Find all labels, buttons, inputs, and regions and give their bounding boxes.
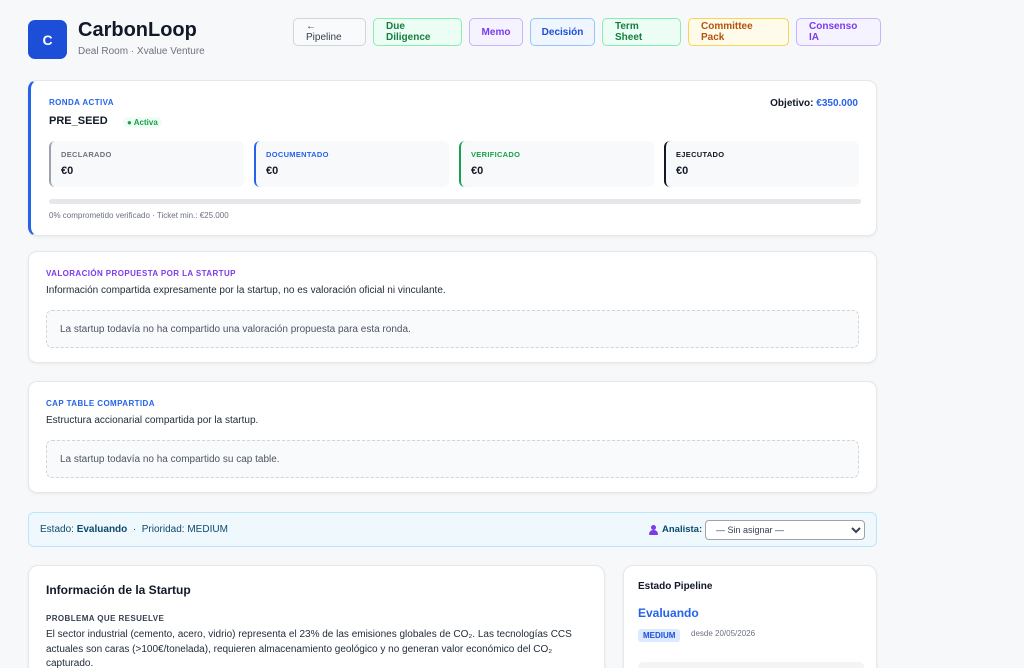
cap-table-card: CAP TABLE COMPARTIDA Estructura accionar… bbox=[28, 381, 877, 493]
status-summary: Estado: Evaluando · Prioridad: MEDIUM bbox=[40, 524, 228, 535]
valuation-label: VALORACIÓN PROPUESTA POR LA STARTUP bbox=[46, 269, 236, 278]
round-target-label: Objetivo: bbox=[770, 98, 814, 109]
priority-label: Prioridad: bbox=[141, 524, 185, 535]
round-name: PRE_SEED bbox=[49, 115, 108, 127]
status-label: Estado: bbox=[40, 524, 74, 535]
metric-value: €0 bbox=[61, 165, 74, 177]
metric-label: DOCUMENTADO bbox=[266, 150, 329, 159]
round-metrics: DECLARADO €0 DOCUMENTADO €0 VERIFICADO €… bbox=[49, 141, 861, 187]
pipeline-status-card: Estado Pipeline Evaluando MEDIUM desde 2… bbox=[623, 565, 877, 668]
startup-info-title: Información de la Startup bbox=[46, 583, 191, 597]
valuation-empty-state: La startup todavía no ha compartido una … bbox=[46, 310, 859, 348]
metric-label: EJECUTADO bbox=[676, 150, 725, 159]
person-icon bbox=[649, 524, 658, 535]
deal-status-bar: Estado: Evaluando · Prioridad: MEDIUM An… bbox=[28, 512, 877, 547]
metric-declarado: DECLARADO €0 bbox=[49, 141, 244, 187]
cap-table-description: Estructura accionarial compartida por la… bbox=[46, 415, 259, 426]
metric-value: €0 bbox=[676, 165, 689, 177]
deal-nav: ← Pipeline Due Diligence Memo Decisión T… bbox=[293, 18, 881, 46]
metric-value: €0 bbox=[471, 165, 484, 177]
status-value: Evaluando bbox=[76, 524, 128, 535]
metric-documentado: DOCUMENTADO €0 bbox=[254, 141, 449, 187]
commitment-progress-bar bbox=[49, 199, 861, 204]
term-sheet-button[interactable]: Term Sheet bbox=[602, 18, 681, 46]
round-status-badge: ● Activa bbox=[123, 117, 162, 128]
analyst-select[interactable]: — Sin asignar — bbox=[705, 520, 865, 540]
pipeline-state: Evaluando bbox=[638, 606, 699, 620]
active-round-label: RONDA ACTIVA bbox=[49, 98, 114, 107]
round-target: Objetivo: €350.000 bbox=[770, 98, 858, 109]
company-name: CarbonLoop bbox=[78, 19, 197, 41]
deal-room-subtitle: Deal Room · Xvalue Venture bbox=[78, 46, 205, 57]
priority-badge: MEDIUM bbox=[638, 629, 681, 642]
metric-verificado: VERIFICADO €0 bbox=[459, 141, 654, 187]
pipeline-card-title: Estado Pipeline bbox=[638, 581, 713, 592]
priority-value: MEDIUM bbox=[187, 524, 228, 535]
header: C CarbonLoop Deal Room · Xvalue Venture … bbox=[28, 18, 881, 62]
metric-value: €0 bbox=[266, 165, 279, 177]
memo-button[interactable]: Memo bbox=[469, 18, 523, 46]
valuation-card: VALORACIÓN PROPUESTA POR LA STARTUP Info… bbox=[28, 251, 877, 363]
decision-button[interactable]: Decisión bbox=[530, 18, 595, 46]
cap-table-label: CAP TABLE COMPARTIDA bbox=[46, 399, 155, 408]
company-logo: C bbox=[28, 20, 67, 59]
round-footer-note: 0% comprometido verificado · Ticket min.… bbox=[49, 211, 229, 220]
status-separator: · bbox=[132, 524, 137, 535]
cap-table-empty-state: La startup todavía no ha compartido su c… bbox=[46, 440, 859, 478]
due-diligence-button[interactable]: Due Diligence bbox=[373, 18, 462, 46]
metric-label: VERIFICADO bbox=[471, 150, 521, 159]
consenso-ia-button[interactable]: Consenso IA bbox=[796, 18, 881, 46]
pipeline-sub-panel bbox=[638, 662, 864, 668]
problem-label: PROBLEMA QUE RESUELVE bbox=[46, 614, 165, 623]
analyst-label: Analista: bbox=[662, 524, 703, 535]
valuation-description: Información compartida expresamente por … bbox=[46, 285, 446, 296]
committee-pack-button[interactable]: Committee Pack bbox=[688, 18, 789, 46]
active-round-card: RONDA ACTIVA PRE_SEED ● Activa Objetivo:… bbox=[28, 80, 877, 236]
problem-text: El sector industrial (cemento, acero, vi… bbox=[46, 629, 572, 668]
pipeline-since-date: desde 20/05/2026 bbox=[691, 629, 756, 638]
metric-ejecutado: EJECUTADO €0 bbox=[664, 141, 859, 187]
startup-info-card: Información de la Startup PROBLEMA QUE R… bbox=[28, 565, 605, 668]
metric-label: DECLARADO bbox=[61, 150, 112, 159]
round-target-value: €350.000 bbox=[816, 98, 858, 109]
pipeline-back-button[interactable]: ← Pipeline bbox=[293, 18, 366, 46]
analyst-label-group: Analista: bbox=[649, 524, 702, 535]
